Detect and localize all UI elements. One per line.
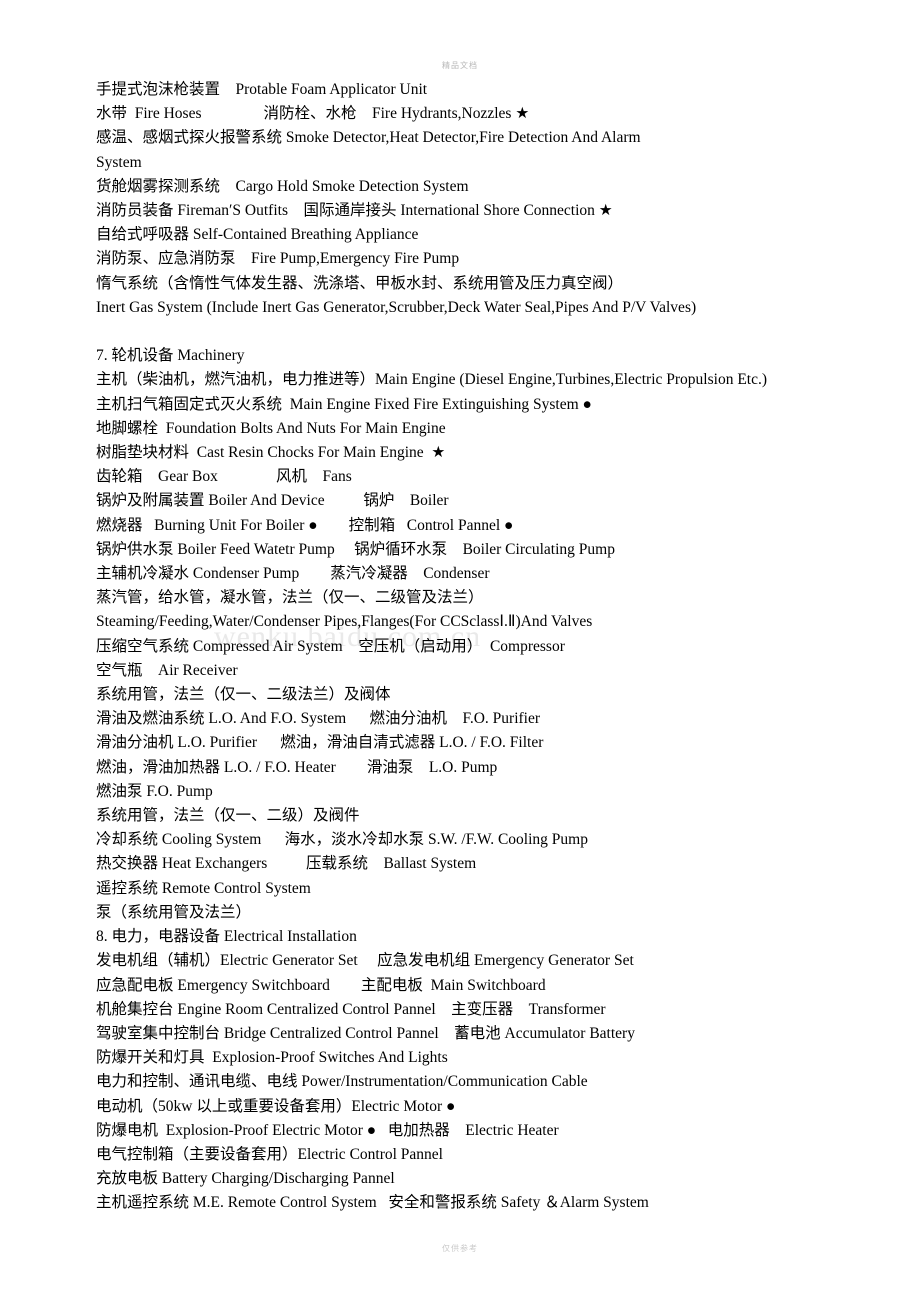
text-line: 泵（系统用管及法兰）	[96, 903, 252, 921]
text-line: 电动机（50kw 以上或重要设备套用）Electric Motor ●	[96, 1097, 456, 1115]
text-line: Steaming/Feeding,Water/Condenser Pipes,F…	[96, 613, 593, 631]
text-line: 惰气系统（含惰性气体发生器、洗涤塔、甲板水封、系统用管及压力真空阀）	[96, 274, 624, 292]
text-line: 蒸汽管，给水管，凝水管，法兰（仅一、二级管及法兰）	[96, 589, 484, 607]
text-line: 充放电板 Battery Charging/Discharging Pannel	[96, 1170, 395, 1188]
text-line: 手提式泡沫枪装置 Protable Foam Applicator Unit	[96, 81, 428, 98]
text-line: 锅炉及附属装置 Boiler And Device 锅炉 Boiler	[96, 492, 449, 510]
text-line: 机舱集控台 Engine Room Centralized Control Pa…	[96, 1000, 606, 1018]
text-line: 发电机组（辅机）Electric Generator Set 应急发电机组 Em…	[96, 952, 634, 970]
text-line: 滑油分油机 L.O. Purifier 燃油，滑油自清式滤器 L.O. / F.…	[96, 734, 544, 752]
document-body: 手提式泡沫枪装置 Protable Foam Applicator Unit 水…	[96, 78, 826, 1216]
text-line: 水带 Fire Hoses 消防栓、水枪 Fire Hydrants,Nozzl…	[96, 105, 530, 123]
text-line: 冷却系统 Cooling System 海水，淡水冷却水泵 S.W. /F.W.…	[96, 831, 588, 849]
text-line: 齿轮箱 Gear Box 风机 Fans	[96, 468, 352, 486]
page-footer-watermark: 仅供参考	[442, 1244, 478, 1253]
section-heading-electrical: 8. 电力，电器设备 Electrical Installation	[96, 928, 357, 946]
text-line: 压缩空气系统 Compressed Air System 空压机（启动用） Co…	[96, 637, 565, 655]
text-line: 感温、感烟式探火报警系统 Smoke Detector,Heat Detecto…	[96, 129, 641, 147]
text-line: 地脚螺栓 Foundation Bolts And Nuts For Main …	[96, 419, 446, 437]
text-line: 消防泵、应急消防泵 Fire Pump,Emergency Fire Pump	[96, 250, 460, 268]
text-line: 主机遥控系统 M.E. Remote Control System 安全和警报系…	[96, 1194, 649, 1212]
text-line: 自给式呼吸器 Self-Contained Breathing Applianc…	[96, 226, 419, 244]
text-line: 驾驶室集中控制台 Bridge Centralized Control Pann…	[96, 1024, 635, 1042]
text-line: 遥控系统 Remote Control System	[96, 879, 311, 897]
text-line: System	[96, 153, 142, 171]
page-header-watermark: 精品文档	[442, 61, 478, 70]
text-line: 树脂垫块材料 Cast Resin Chocks For Main Engine…	[96, 444, 446, 462]
document-page: 精品文档 wenku.baidu.com.cn 手提式泡沫枪装置 Protabl…	[0, 0, 920, 1302]
text-line: 燃油泵 F.O. Pump	[96, 782, 213, 800]
section-heading-machinery: 7. 轮机设备 Machinery	[96, 347, 245, 365]
text-line: 消防员装备 Fireman′S Outfits 国际通岸接头 Internati…	[96, 202, 613, 220]
text-line: 电力和控制、通讯电缆、电线 Power/Instrumentation/Comm…	[96, 1073, 588, 1091]
text-line: 滑油及燃油系统 L.O. And F.O. System 燃油分油机 F.O. …	[96, 710, 541, 728]
text-line: Inert Gas System (Include Inert Gas Gene…	[96, 298, 697, 316]
text-line: 防爆电机 Explosion-Proof Electric Motor ● 电加…	[96, 1121, 559, 1139]
text-line: 燃油，滑油加热器 L.O. / F.O. Heater 滑油泵 L.O. Pum…	[96, 758, 498, 776]
text-line: 防爆开关和灯具 Explosion-Proof Switches And Lig…	[96, 1049, 448, 1067]
text-line: 主机（柴油机，燃汽油机，电力推进等）Main Engine (Diesel En…	[96, 371, 768, 389]
text-line: 应急配电板 Emergency Switchboard 主配电板 Main Sw…	[96, 976, 546, 994]
text-line: 锅炉供水泵 Boiler Feed Watetr Pump 锅炉循环水泵 Boi…	[96, 540, 615, 558]
text-line: 电气控制箱（主要设备套用）Electric Control Pannel	[96, 1145, 443, 1163]
text-line: 系统用管，法兰（仅一、二级）及阀件	[96, 807, 360, 825]
text-line: 热交换器 Heat Exchangers 压载系统 Ballast System	[96, 855, 477, 873]
text-line: 空气瓶 Air Receiver	[96, 661, 238, 679]
text-line: 主辅机冷凝水 Condenser Pump 蒸汽冷凝器 Condenser	[96, 565, 490, 583]
text-line: 燃烧器 Burning Unit For Boiler ● 控制箱 Contro…	[96, 516, 514, 534]
text-line: 系统用管，法兰（仅一、二级法兰）及阀体	[96, 686, 391, 704]
text-line: 主机扫气箱固定式灭火系统 Main Engine Fixed Fire Exti…	[96, 395, 592, 413]
text-line: 货舱烟雾探测系统 Cargo Hold Smoke Detection Syst…	[96, 177, 469, 195]
